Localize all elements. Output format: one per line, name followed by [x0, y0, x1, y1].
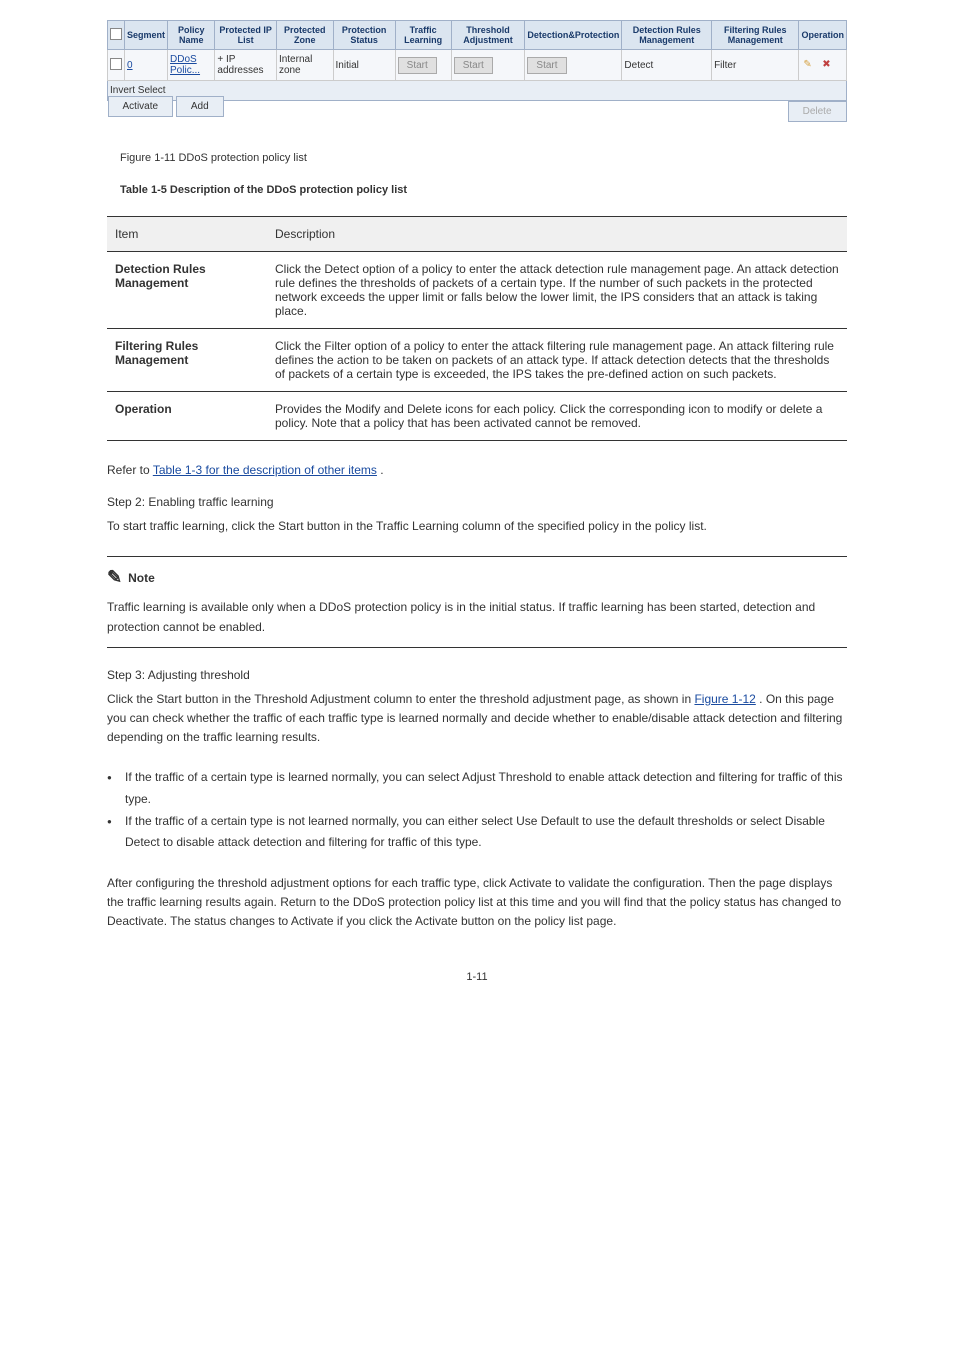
col-ip-list: Protected IP List	[215, 21, 277, 50]
col-filter-rules: Filtering Rules Management	[712, 21, 799, 50]
table-row: Filtering Rules Management Click the Fil…	[107, 329, 847, 392]
table-row: Operation Provides the Modify and Delete…	[107, 392, 847, 441]
list-item: If the traffic of a certain type is not …	[107, 811, 847, 854]
table-row: Detection Rules Management Click the Det…	[107, 252, 847, 329]
step3-body: Click the Start button in the Threshold …	[107, 690, 847, 748]
invert-select-button[interactable]: Invert Select	[110, 85, 166, 96]
desc-col-item: Item	[107, 217, 267, 252]
col-policy-name: Policy Name	[168, 21, 215, 50]
traffic-start-button[interactable]: Start	[398, 57, 437, 74]
col-detect-prot: Detection&Protection	[525, 21, 622, 50]
list-item: If the traffic of a certain type is lear…	[107, 767, 847, 810]
desc-cell: Click the Detect option of a policy to e…	[267, 252, 847, 329]
table-row: 0 DDoS Polic... + IP addresses Internal …	[108, 50, 847, 81]
table-caption: Table 1-5 Description of the DDoS protec…	[120, 184, 934, 196]
policy-list-screenshot: Segment Policy Name Protected IP List Pr…	[107, 20, 847, 122]
description-table: Item Description Detection Rules Managem…	[107, 216, 847, 441]
delete-icon[interactable]: ✖	[822, 59, 834, 71]
col-checkbox	[108, 21, 125, 50]
note-label: Note	[128, 571, 155, 585]
edit-icon[interactable]: ✎	[803, 59, 815, 71]
col-zone: Protected Zone	[276, 21, 333, 50]
item-cell: Filtering Rules Management	[107, 329, 267, 392]
col-segment: Segment	[125, 21, 168, 50]
note-block: ✎ Note Traffic learning is available onl…	[107, 556, 847, 647]
page-number: 1-11	[20, 971, 934, 983]
figure-link[interactable]: Figure 1-12	[694, 692, 755, 706]
col-traffic: Traffic Learning	[395, 21, 451, 50]
ip-list-cell: + IP addresses	[215, 50, 277, 81]
desc-cell: Click the Filter option of a policy to e…	[267, 329, 847, 392]
desc-col-desc: Description	[267, 217, 847, 252]
activate-button[interactable]: Activate	[108, 96, 174, 117]
segment-link[interactable]: 0	[127, 60, 133, 71]
detect-prot-start-button[interactable]: Start	[527, 57, 566, 74]
delete-button[interactable]: Delete	[788, 101, 847, 122]
item-cell: Operation	[107, 392, 267, 441]
col-operation: Operation	[799, 21, 847, 50]
policy-name-link[interactable]: DDoS Polic...	[170, 54, 200, 76]
note-body: Traffic learning is available only when …	[107, 598, 847, 636]
detect-link[interactable]: Detect	[624, 60, 653, 71]
add-button[interactable]: Add	[176, 96, 224, 117]
action-row: Activate Add Delete	[108, 101, 847, 123]
status-cell: Initial	[333, 50, 395, 81]
row-checkbox[interactable]	[110, 58, 122, 70]
desc-cell: Provides the Modify and Delete icons for…	[267, 392, 847, 441]
step2-title: Step 2: Enabling traffic learning	[107, 495, 847, 509]
bullet-list: If the traffic of a certain type is lear…	[107, 767, 847, 853]
note-icon: ✎	[107, 567, 122, 588]
figure-caption: Figure 1-11 DDoS protection policy list	[120, 152, 934, 164]
refer-link[interactable]: Table 1-3 for the description of other i…	[153, 463, 377, 477]
refer-text: Refer to Table 1-3 for the description o…	[107, 461, 847, 480]
col-threshold: Threshold Adjustment	[451, 21, 525, 50]
col-detect-rules: Detection Rules Management	[622, 21, 712, 50]
item-cell: Detection Rules Management	[107, 252, 267, 329]
col-status: Protection Status	[333, 21, 395, 50]
after-bullets-text: After configuring the threshold adjustme…	[107, 874, 847, 932]
filter-link[interactable]: Filter	[714, 60, 736, 71]
step2-body: To start traffic learning, click the Sta…	[107, 517, 847, 536]
threshold-start-button[interactable]: Start	[454, 57, 493, 74]
select-all-checkbox[interactable]	[110, 28, 122, 40]
step3-title: Step 3: Adjusting threshold	[107, 668, 847, 682]
zone-cell: Internal zone	[276, 50, 333, 81]
